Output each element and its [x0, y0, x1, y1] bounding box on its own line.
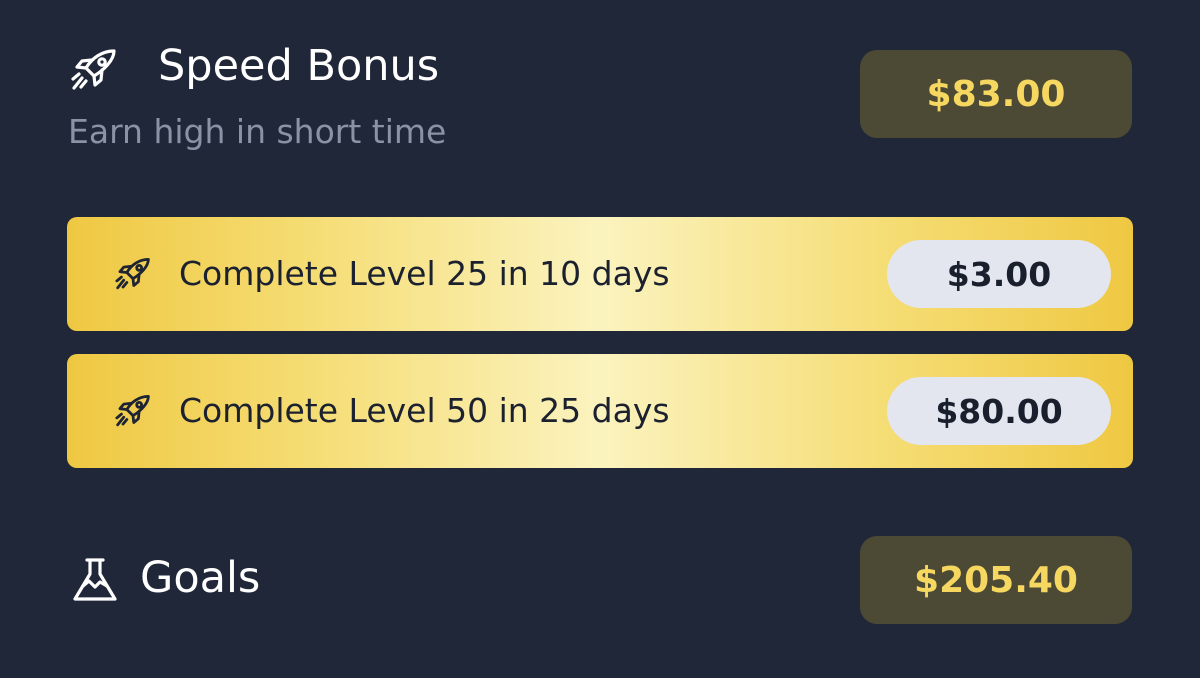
rocket-icon [68, 48, 120, 92]
goals-total-badge: $205.40 [860, 536, 1132, 624]
task-reward-pill: $80.00 [887, 377, 1111, 445]
speed-bonus-title: Speed Bonus [158, 41, 440, 91]
task-label: Complete Level 25 in 10 days [179, 254, 670, 293]
rocket-icon [113, 254, 153, 294]
speed-bonus-total-badge: $83.00 [860, 50, 1132, 138]
speed-task-card[interactable]: Complete Level 50 in 25 days $80.00 [67, 354, 1133, 468]
task-reward-pill: $3.00 [887, 240, 1111, 308]
speed-bonus-subtitle: Earn high in short time [68, 112, 447, 151]
page: Speed Bonus Earn high in short time $83.… [0, 0, 1200, 678]
rocket-icon [113, 391, 153, 431]
goals-title: Goals [140, 553, 261, 603]
flask-icon [70, 556, 120, 604]
speed-task-card[interactable]: Complete Level 25 in 10 days $3.00 [67, 217, 1133, 331]
task-label: Complete Level 50 in 25 days [179, 391, 670, 430]
